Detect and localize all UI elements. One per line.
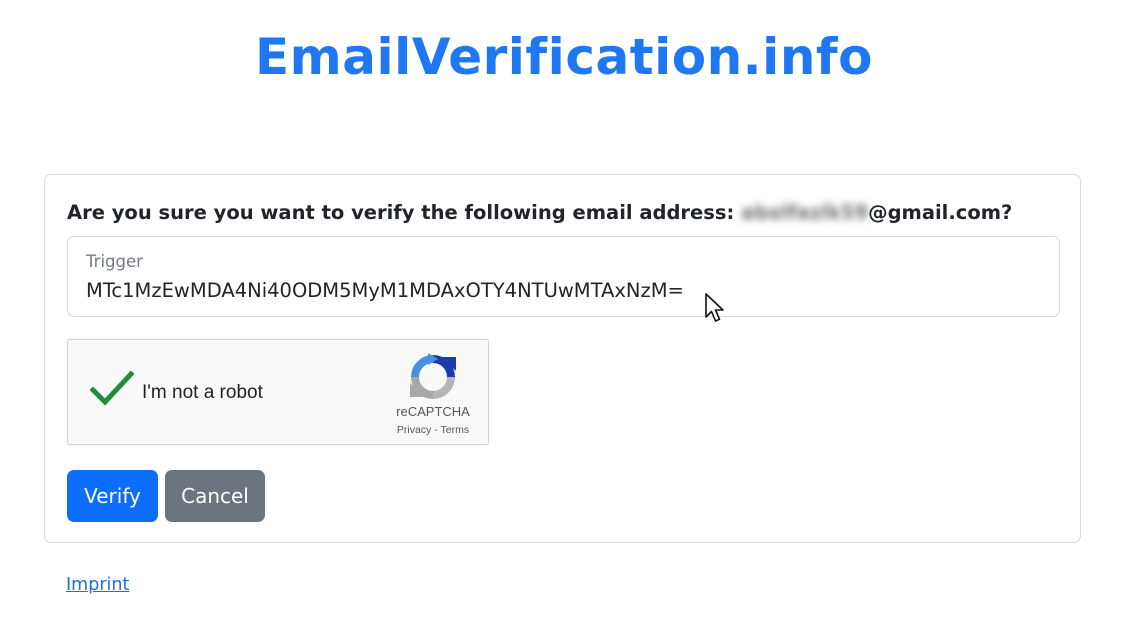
- email-domain: @gmail.com?: [868, 201, 1013, 224]
- imprint-link[interactable]: Imprint: [66, 575, 129, 595]
- mouse-pointer-icon: [705, 293, 724, 322]
- verify-button[interactable]: Verify: [67, 470, 158, 522]
- checkmark-icon[interactable]: [90, 370, 134, 408]
- recaptcha-links: Privacy - Terms: [368, 424, 498, 436]
- terms-link[interactable]: Terms: [441, 424, 470, 436]
- confirmation-question: Are you sure you want to verify the foll…: [67, 201, 1012, 224]
- verification-card: Are you sure you want to verify the foll…: [44, 174, 1081, 543]
- recaptcha-logo-icon: [410, 353, 456, 399]
- links-separator: -: [431, 424, 441, 436]
- redacted-email-local-part: abolfazlk59: [741, 201, 869, 224]
- trigger-field-label: Trigger: [86, 252, 143, 271]
- recaptcha-brand: reCAPTCHA: [396, 404, 470, 419]
- trigger-field[interactable]: Trigger MTc1MzEwMDA4Ni40ODM5MyM1MDAxOTY4…: [67, 236, 1060, 317]
- recaptcha-widget: I'm not a robot reCAPTCHA Privacy - Term…: [67, 339, 489, 445]
- trigger-field-value[interactable]: MTc1MzEwMDA4Ni40ODM5MyM1MDAxOTY4NTUwMTAx…: [86, 279, 684, 302]
- question-prefix: Are you sure you want to verify the foll…: [67, 201, 742, 224]
- cancel-button[interactable]: Cancel: [165, 470, 265, 522]
- privacy-link[interactable]: Privacy: [397, 424, 431, 436]
- site-title: EmailVerification.info: [254, 28, 874, 86]
- recaptcha-checkbox-label: I'm not a robot: [142, 382, 263, 403]
